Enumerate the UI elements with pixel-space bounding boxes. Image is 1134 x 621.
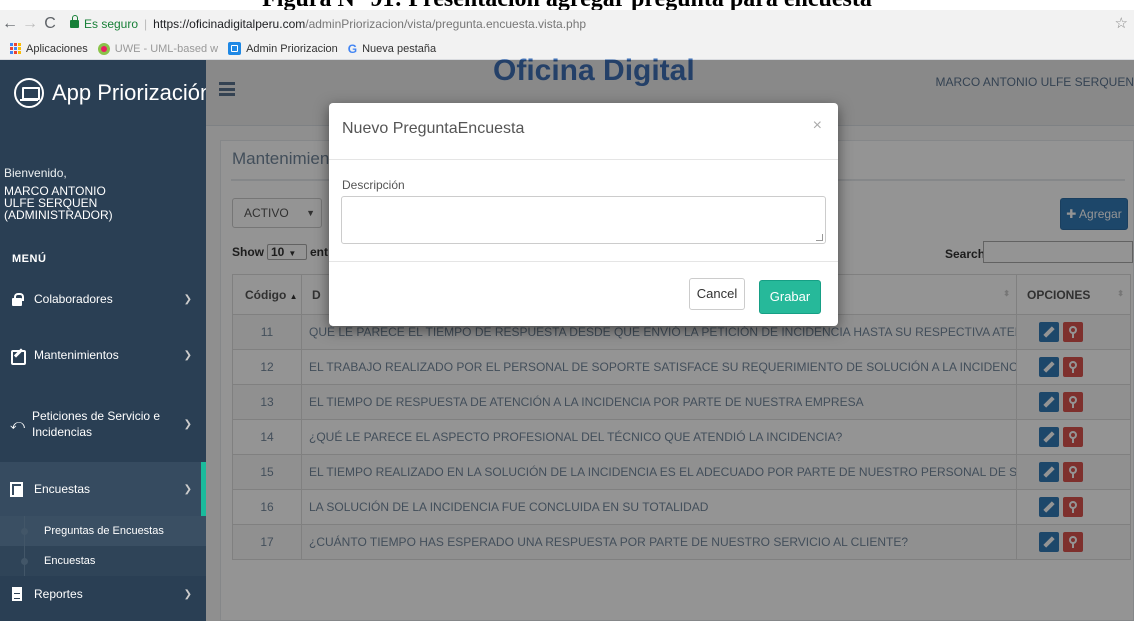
admin-icon [228, 42, 242, 55]
chevron-down-icon: ❯ [183, 349, 192, 361]
uwe-icon [97, 42, 110, 55]
google-icon: G [347, 41, 358, 56]
sidebar-item-peticiones[interactable]: ⤺ Peticiones de Servicio e Incidencias ❯ [0, 386, 206, 462]
sidebar-item-encuestas[interactable]: Encuestas ❯ [0, 462, 206, 516]
bookmark-apps[interactable]: Aplicaciones [10, 43, 88, 55]
url-path: /adminPriorizacion/vista/pregunta.encues… [305, 17, 587, 31]
chevron-down-icon: ❯ [183, 483, 192, 495]
chevron-down-icon: ❯ [183, 588, 192, 600]
sidebar-item-mantenimientos[interactable]: Mantenimientos ❯ [0, 324, 206, 386]
sidebar-item-reportes[interactable]: Reportes ❯ [0, 576, 206, 612]
bookmark-new-tab[interactable]: G Nueva pestaña [348, 42, 436, 56]
file-icon [10, 587, 24, 601]
bookmark-admin[interactable]: Admin Priorizacion [228, 42, 338, 55]
save-button[interactable]: Grabar [759, 280, 821, 314]
modal-title: Nuevo PreguntaEncuesta [342, 120, 525, 137]
chevron-down-icon: ❯ [183, 293, 192, 305]
forward-icon[interactable]: → [20, 10, 40, 38]
divider [329, 261, 838, 262]
description-textarea[interactable] [341, 196, 826, 244]
secure-label: Es seguro [84, 17, 139, 31]
url-host: https://oficinadigitalperu.com [153, 17, 306, 31]
reload-icon[interactable]: C [40, 10, 60, 38]
cancel-button[interactable]: Cancel [689, 278, 745, 310]
apps-icon [10, 43, 21, 54]
close-icon[interactable]: × [813, 117, 822, 135]
sidebar-item-colaboradores[interactable]: Colaboradores ❯ [0, 274, 206, 324]
sidebar-subitem-preguntas[interactable]: Preguntas de Encuestas [0, 516, 206, 546]
laptop-icon [14, 78, 44, 108]
sidebar: App Priorización Bienvenido, MARCO ANTON… [0, 60, 212, 621]
lock-icon [70, 15, 79, 28]
welcome-text: Bienvenido, [4, 166, 67, 180]
back-icon[interactable]: ← [0, 10, 20, 38]
star-icon[interactable]: ☆ [1115, 10, 1128, 38]
url-separator: | [144, 17, 148, 31]
figure-caption: Figura N° 91: Presentación agregar pregu… [0, 0, 1134, 10]
user-name: MARCO ANTONIO ULFE SERQUEN (ADMINISTRADO… [4, 184, 113, 222]
chevron-down-icon: ❯ [183, 418, 192, 430]
sidebar-menu: Colaboradores ❯ Mantenimientos ❯ ⤺ Petic… [0, 274, 206, 612]
reply-icon: ⤺ [10, 416, 25, 432]
sidebar-subitem-encuestas[interactable]: Encuestas [0, 546, 206, 576]
lock-icon [10, 292, 24, 306]
new-question-modal: Nuevo PreguntaEncuesta × Descripción Can… [329, 103, 838, 326]
address-bar: ← → C Es seguro | https://oficinadigital… [0, 10, 1134, 38]
divider [329, 159, 838, 160]
menu-title: MENÚ [12, 253, 47, 265]
encuestas-submenu: Preguntas de Encuestas Encuestas [0, 516, 206, 576]
bookmark-uwe[interactable]: UWE - UML-based w [97, 42, 218, 55]
edit-icon [10, 348, 26, 365]
brand[interactable]: App Priorización [0, 60, 212, 126]
description-label: Descripción [342, 178, 405, 192]
url-text[interactable]: https://oficinadigitalperu.com/adminPrio… [153, 17, 586, 31]
copy-icon [10, 482, 24, 497]
